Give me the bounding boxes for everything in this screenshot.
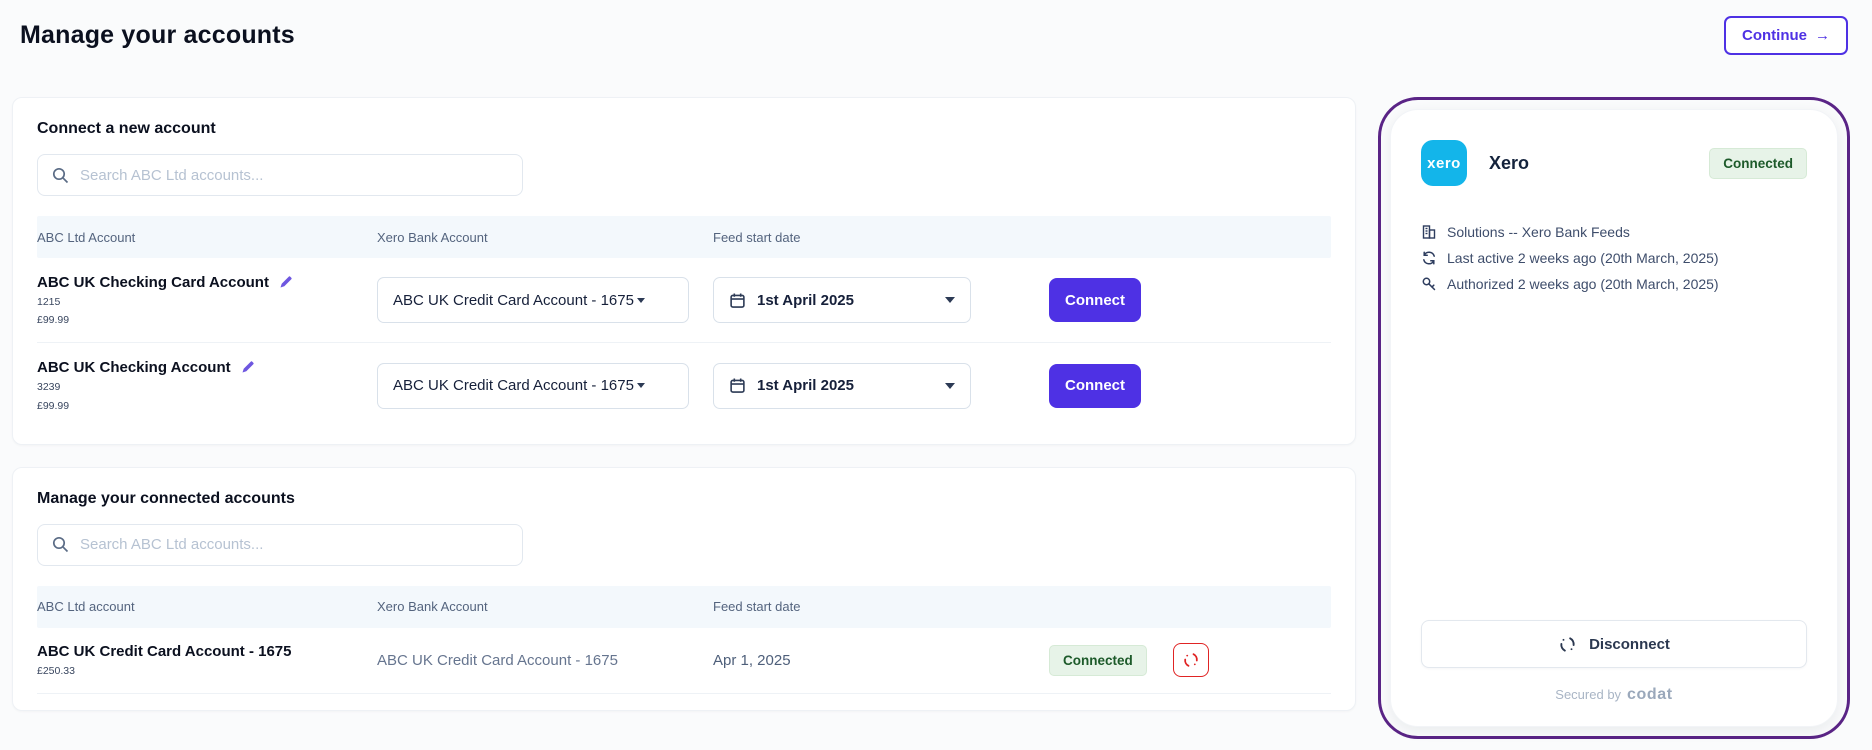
detail-text: Authorized 2 weeks ago (20th March, 2025… — [1447, 276, 1719, 292]
status-badge: Connected — [1709, 148, 1807, 179]
action-cell: Connected — [1049, 643, 1331, 677]
account-balance: £250.33 — [37, 664, 377, 678]
key-icon — [1421, 276, 1437, 292]
account-name: ABC UK Checking Account — [37, 359, 231, 376]
integration-panel: xero Xero Connected Solutions -- Xero Ba… — [1378, 97, 1850, 739]
continue-button[interactable]: Continue → — [1724, 16, 1848, 55]
spacer — [1421, 302, 1807, 620]
col-xero-bank-account: Xero Bank Account — [377, 599, 713, 614]
edit-account-name-button[interactable] — [277, 273, 295, 291]
col-abc-ltd-account: ABC Ltd account — [37, 599, 377, 614]
table-row: ABC UK Credit Card Account - 1675 £250.3… — [37, 628, 1331, 694]
disconnect-account-button[interactable] — [1173, 643, 1209, 677]
manage-section-heading: Manage your connected accounts — [37, 490, 1331, 508]
manage-table-header: ABC Ltd account Xero Bank Account Feed s… — [37, 586, 1331, 628]
chevron-down-icon — [637, 383, 645, 388]
account-balance: £99.99 — [37, 399, 377, 413]
bank-account-cell: ABC UK Credit Card Account - 1675 — [377, 277, 713, 323]
connect-new-account-section: Connect a new account ABC Ltd Account Xe… — [12, 97, 1356, 445]
chevron-down-icon — [945, 383, 955, 389]
refresh-icon — [1421, 250, 1437, 266]
xero-bank-account-select[interactable]: ABC UK Credit Card Account - 1675 — [377, 363, 689, 409]
continue-label: Continue — [1742, 27, 1807, 44]
xero-logo: xero — [1421, 140, 1467, 186]
bank-account-value: ABC UK Credit Card Account - 1675 — [377, 652, 713, 669]
pencil-icon — [279, 275, 293, 289]
account-cell: ABC UK Credit Card Account - 1675 £250.3… — [37, 643, 377, 678]
action-cell: Connect — [1049, 278, 1331, 322]
action-cell: Connect — [1049, 364, 1331, 408]
xero-bank-account-select[interactable]: ABC UK Credit Card Account - 1675 — [377, 277, 689, 323]
connect-search-box — [37, 154, 523, 196]
account-cell: ABC UK Checking Account 3239 £99.99 — [37, 358, 377, 412]
account-code: 1215 — [37, 295, 377, 309]
integration-card: xero Xero Connected Solutions -- Xero Ba… — [1390, 109, 1838, 727]
status-badge: Connected — [1049, 645, 1147, 676]
selected-bank-account: ABC UK Credit Card Account - 1675 — [393, 377, 634, 394]
bank-account-cell: ABC UK Credit Card Account - 1675 — [377, 363, 713, 409]
account-code: 3239 — [37, 380, 377, 394]
account-cell: ABC UK Checking Card Account 1215 £99.99 — [37, 273, 377, 327]
connect-accounts-table: ABC Ltd Account Xero Bank Account Feed s… — [37, 216, 1331, 428]
account-name: ABC UK Checking Card Account — [37, 274, 269, 291]
selected-bank-account: ABC UK Credit Card Account - 1675 — [393, 292, 634, 309]
manage-search-input[interactable] — [80, 536, 508, 553]
col-xero-bank-account: Xero Bank Account — [377, 230, 713, 245]
disconnect-label: Disconnect — [1589, 636, 1670, 653]
connected-accounts-table: ABC Ltd account Xero Bank Account Feed s… — [37, 586, 1331, 694]
calendar-icon — [729, 292, 746, 309]
table-row: ABC UK Checking Card Account 1215 £99.99… — [37, 258, 1331, 342]
secured-by: Secured by codat — [1421, 686, 1807, 704]
arrow-right-icon: → — [1815, 27, 1830, 44]
main-content: Connect a new account ABC Ltd Account Xe… — [0, 97, 1872, 739]
broken-link-icon — [1182, 651, 1200, 669]
feed-start-date-picker[interactable]: 1st April 2025 — [713, 363, 971, 409]
connect-section-heading: Connect a new account — [37, 120, 1331, 138]
chevron-down-icon — [945, 297, 955, 303]
detail-authorized: Authorized 2 weeks ago (20th March, 2025… — [1421, 276, 1807, 292]
table-row: ABC UK Checking Account 3239 £99.99 ABC … — [37, 342, 1331, 427]
manage-search-box — [37, 524, 523, 566]
detail-solutions: Solutions -- Xero Bank Feeds — [1421, 224, 1807, 240]
col-feed-start-date: Feed start date — [713, 230, 1049, 245]
integration-header: xero Xero Connected — [1421, 140, 1807, 186]
connect-button[interactable]: Connect — [1049, 278, 1141, 322]
chevron-down-icon — [637, 298, 645, 303]
edit-account-name-button[interactable] — [239, 358, 257, 376]
feed-date-cell: 1st April 2025 — [713, 363, 1049, 409]
detail-text: Last active 2 weeks ago (20th March, 202… — [1447, 250, 1719, 266]
feed-date-cell: 1st April 2025 — [713, 277, 1049, 323]
col-feed-start-date: Feed start date — [713, 599, 1049, 614]
disconnect-button[interactable]: Disconnect — [1421, 620, 1807, 668]
feed-start-date-value: 1st April 2025 — [757, 292, 854, 309]
calendar-icon — [729, 377, 746, 394]
building-icon — [1421, 224, 1437, 240]
search-icon — [52, 536, 69, 553]
manage-connected-accounts-section: Manage your connected accounts ABC Ltd a… — [12, 467, 1356, 711]
integration-details: Solutions -- Xero Bank Feeds Last active… — [1421, 224, 1807, 302]
top-bar: Manage your accounts Continue → — [0, 0, 1872, 55]
detail-text: Solutions -- Xero Bank Feeds — [1447, 224, 1630, 240]
integration-name: Xero — [1489, 153, 1529, 174]
secured-by-label: Secured by — [1555, 687, 1621, 702]
detail-last-active: Last active 2 weeks ago (20th March, 202… — [1421, 250, 1807, 266]
codat-logo: codat — [1627, 686, 1673, 704]
pencil-icon — [241, 360, 255, 374]
connect-table-header: ABC Ltd Account Xero Bank Account Feed s… — [37, 216, 1331, 258]
left-column: Connect a new account ABC Ltd Account Xe… — [12, 97, 1356, 711]
search-icon — [52, 167, 69, 184]
feed-start-date-value: 1st April 2025 — [757, 377, 854, 394]
connect-button[interactable]: Connect — [1049, 364, 1141, 408]
connect-search-input[interactable] — [80, 167, 508, 184]
col-abc-ltd-account: ABC Ltd Account — [37, 230, 377, 245]
xero-logo-text: xero — [1427, 155, 1461, 172]
account-balance: £99.99 — [37, 313, 377, 327]
broken-link-icon — [1558, 635, 1577, 654]
account-name: ABC UK Credit Card Account - 1675 — [37, 643, 292, 660]
page-title: Manage your accounts — [20, 21, 295, 50]
feed-start-date-value: Apr 1, 2025 — [713, 652, 1049, 669]
feed-start-date-picker[interactable]: 1st April 2025 — [713, 277, 971, 323]
